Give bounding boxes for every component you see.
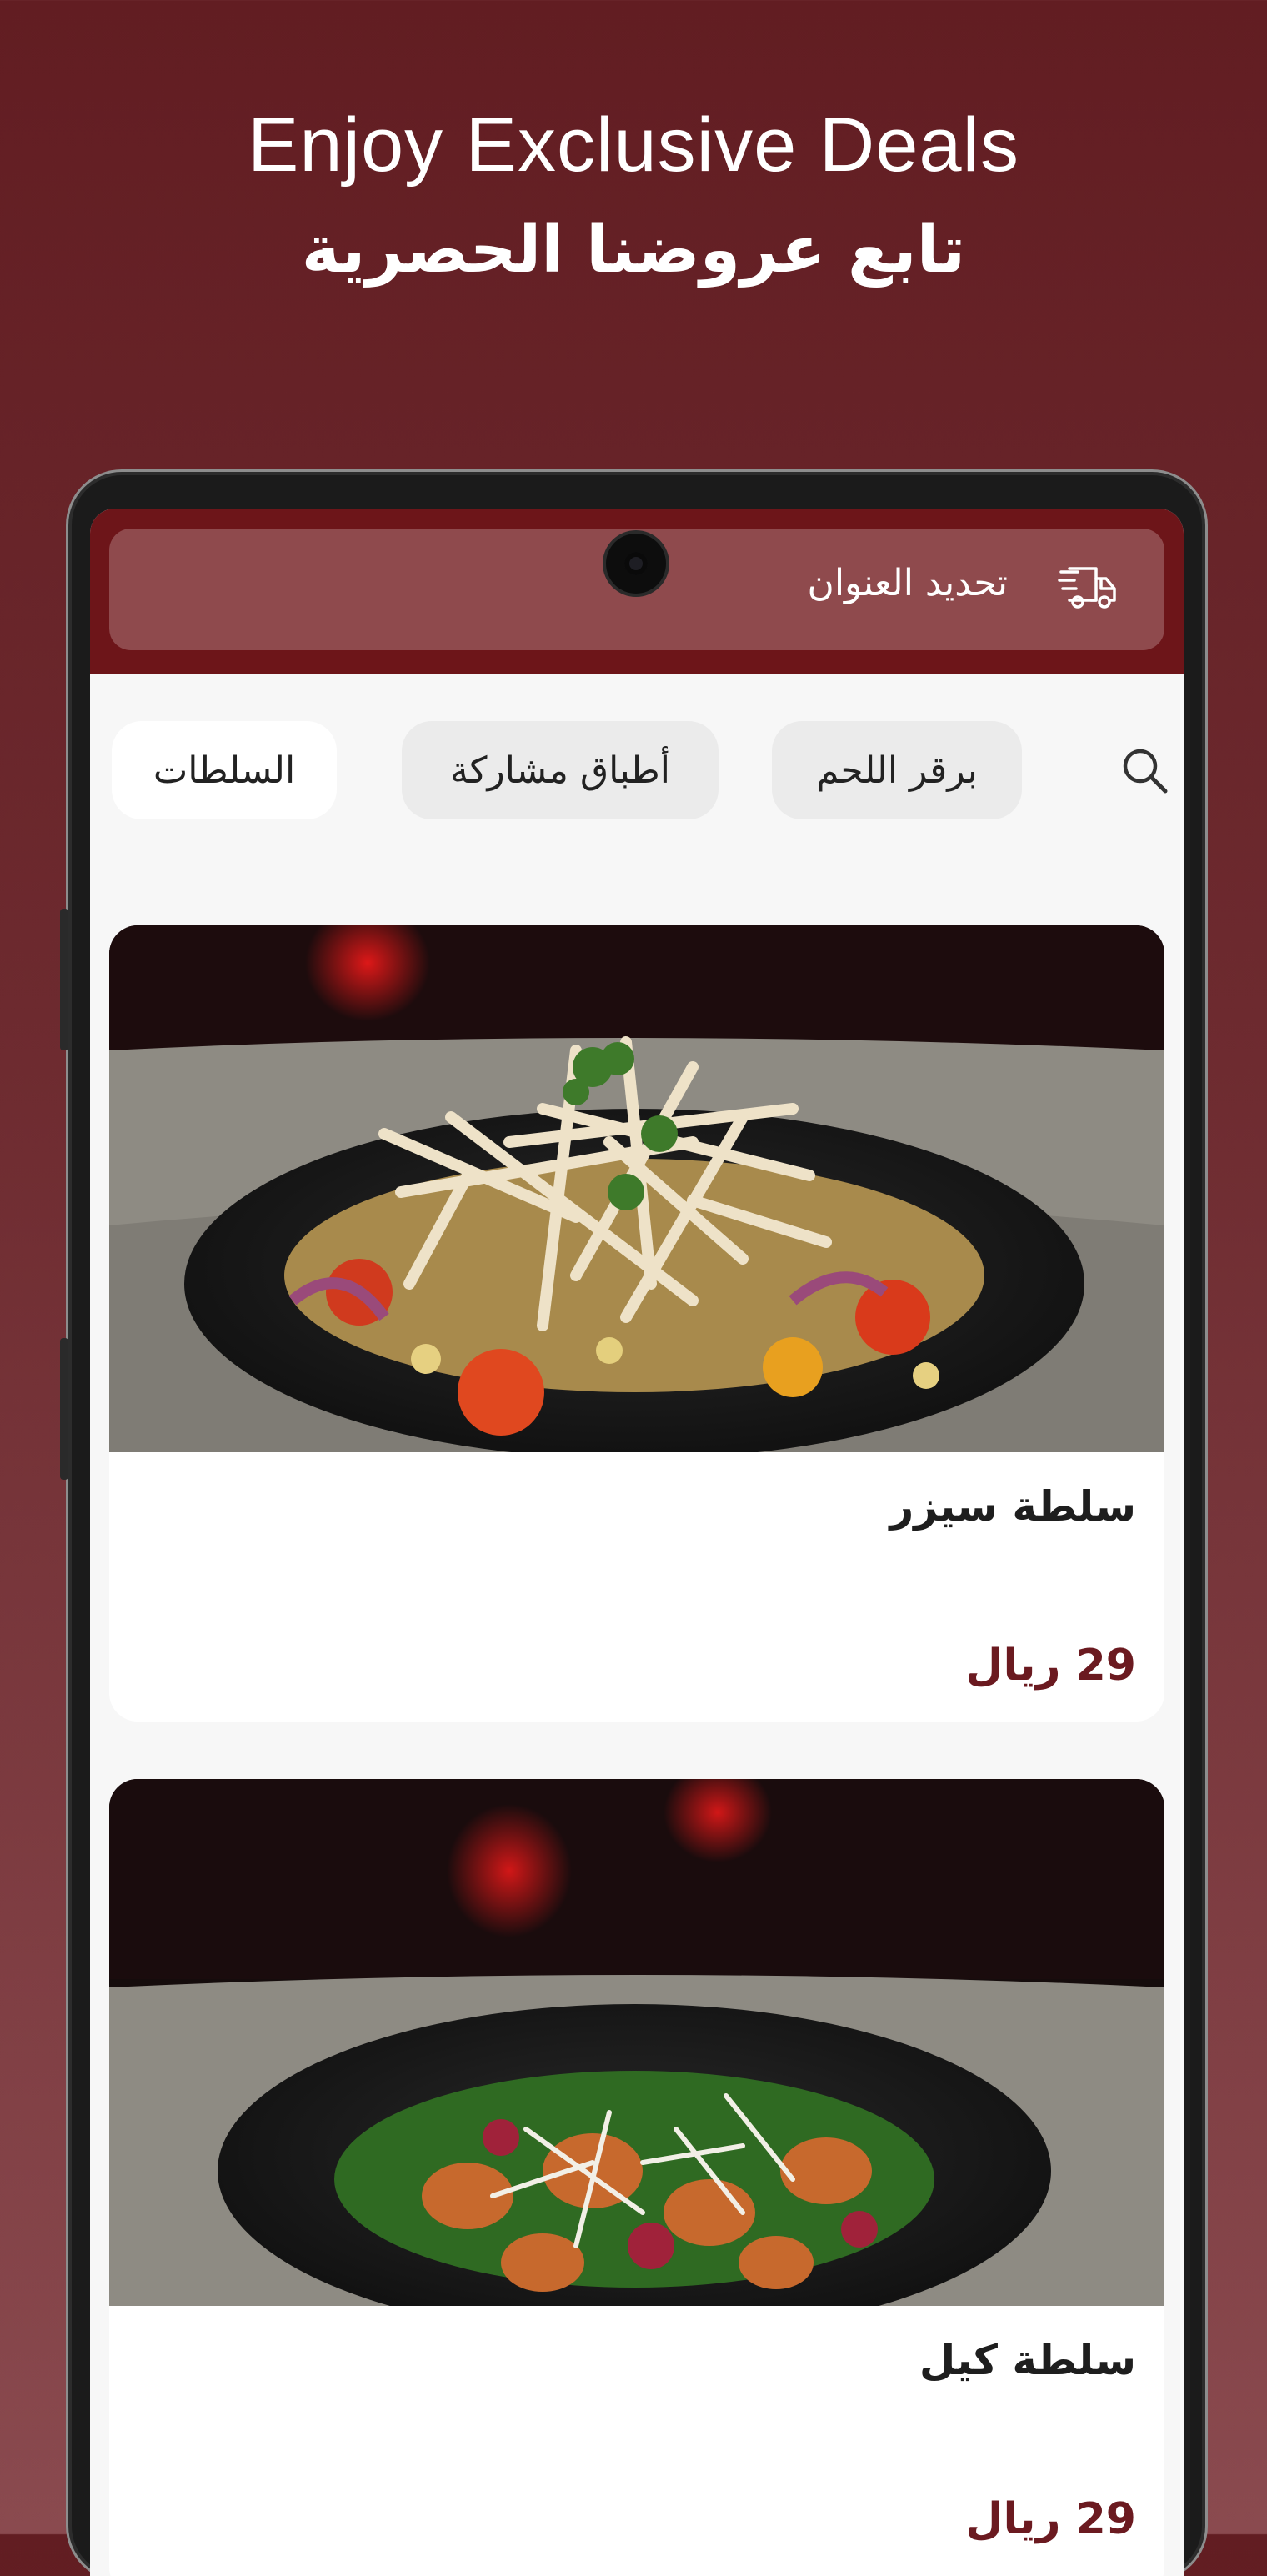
phone-frame: تحديد العنوان برقر اللحم أطباق مشاركة ال… — [60, 475, 1202, 2576]
kale-salad-photo — [109, 1779, 1164, 2306]
item-name: سلطة كيل — [919, 2336, 1136, 2384]
app-header: تحديد العنوان — [90, 509, 1184, 674]
promo-title-ar: تابع عروضنا الحصرية — [301, 213, 966, 288]
front-camera — [606, 534, 666, 594]
app-screen: تحديد العنوان برقر اللحم أطباق مشاركة ال… — [90, 509, 1184, 2576]
search-icon[interactable] — [1119, 744, 1170, 796]
item-price: 29 ريال — [965, 2494, 1136, 2544]
caesar-salad-photo — [109, 925, 1164, 1452]
promo-title-en: Enjoy Exclusive Deals — [247, 103, 1020, 188]
item-name: سلطة سيزر — [889, 1482, 1136, 1531]
menu-item-card[interactable]: سلطة سيزر 29 ريال — [109, 925, 1164, 1722]
power-button — [60, 1338, 68, 1480]
address-label: تحديد العنوان — [807, 562, 1008, 604]
volume-button — [60, 909, 68, 1050]
delivery-truck-icon — [1058, 567, 1116, 609]
category-chip-sharing-plates[interactable]: أطباق مشاركة — [402, 721, 719, 819]
category-chip-beef-burger[interactable]: برقر اللحم — [772, 721, 1022, 819]
category-tabs: برقر اللحم أطباق مشاركة السلطات — [90, 721, 1184, 821]
menu-item-card[interactable]: سلطة كيل 29 ريال — [109, 1779, 1164, 2576]
category-chip-salads[interactable]: السلطات — [112, 721, 337, 819]
item-price: 29 ريال — [965, 1641, 1136, 1691]
